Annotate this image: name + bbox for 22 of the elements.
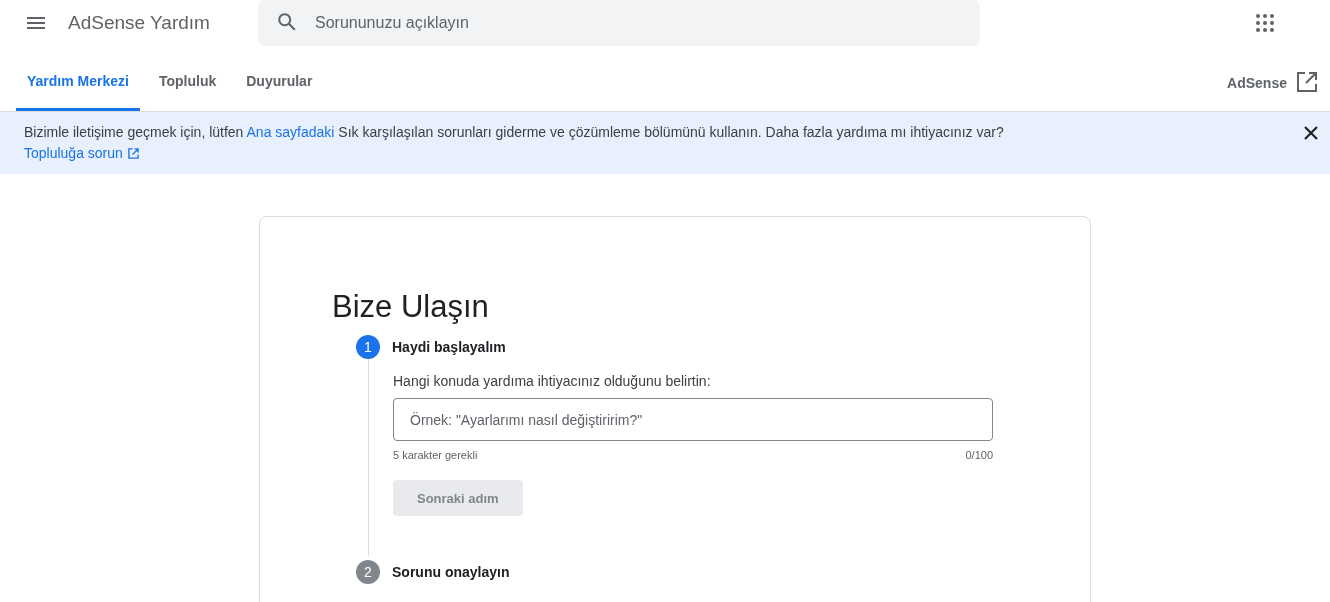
home-page-link[interactable]: Ana sayfadaki: [246, 124, 335, 140]
site-title[interactable]: AdSense Yardım: [68, 12, 258, 34]
community-link[interactable]: Topluluğa sorun: [24, 144, 123, 163]
helper-text: 5 karakter gerekli: [393, 449, 478, 461]
character-counter: 0/100: [965, 449, 993, 461]
step-title: Haydi başlayalım: [392, 339, 506, 355]
step-title: Sorunu onaylayın: [392, 564, 510, 580]
search-field[interactable]: Sorununuzu açıklayın: [258, 0, 980, 46]
step-number: 2: [356, 560, 380, 584]
external-link-icon[interactable]: [127, 148, 139, 159]
close-icon[interactable]: [1304, 126, 1318, 140]
nav-tab[interactable]: Duyurular: [235, 46, 324, 111]
menu-icon[interactable]: [27, 17, 45, 29]
question-label: Hangi konuda yardıma ihtiyacınız olduğunu belirtin:: [393, 373, 712, 389]
apps-grid-icon[interactable]: [1256, 14, 1274, 32]
nav-tab[interactable]: Topluluk: [147, 46, 228, 111]
external-link-icon[interactable]: [1297, 71, 1317, 92]
question-field[interactable]: Örnek: "Ayarlarımı nasıl değiştiririm?": [393, 398, 993, 441]
product-link[interactable]: AdSense: [1227, 74, 1287, 91]
step-number: 1: [356, 335, 380, 359]
form-title: Bize Ulaşın: [332, 289, 490, 325]
banner-message: Bizimle iletişime geçmek için, lütfen Ana sayfadaki Sık karşılaşılan sorunları giderme ve çözümleme bölümünü kullanın. Daha fazla yardıma mı ihtiyacınız var?: [24, 124, 1005, 141]
